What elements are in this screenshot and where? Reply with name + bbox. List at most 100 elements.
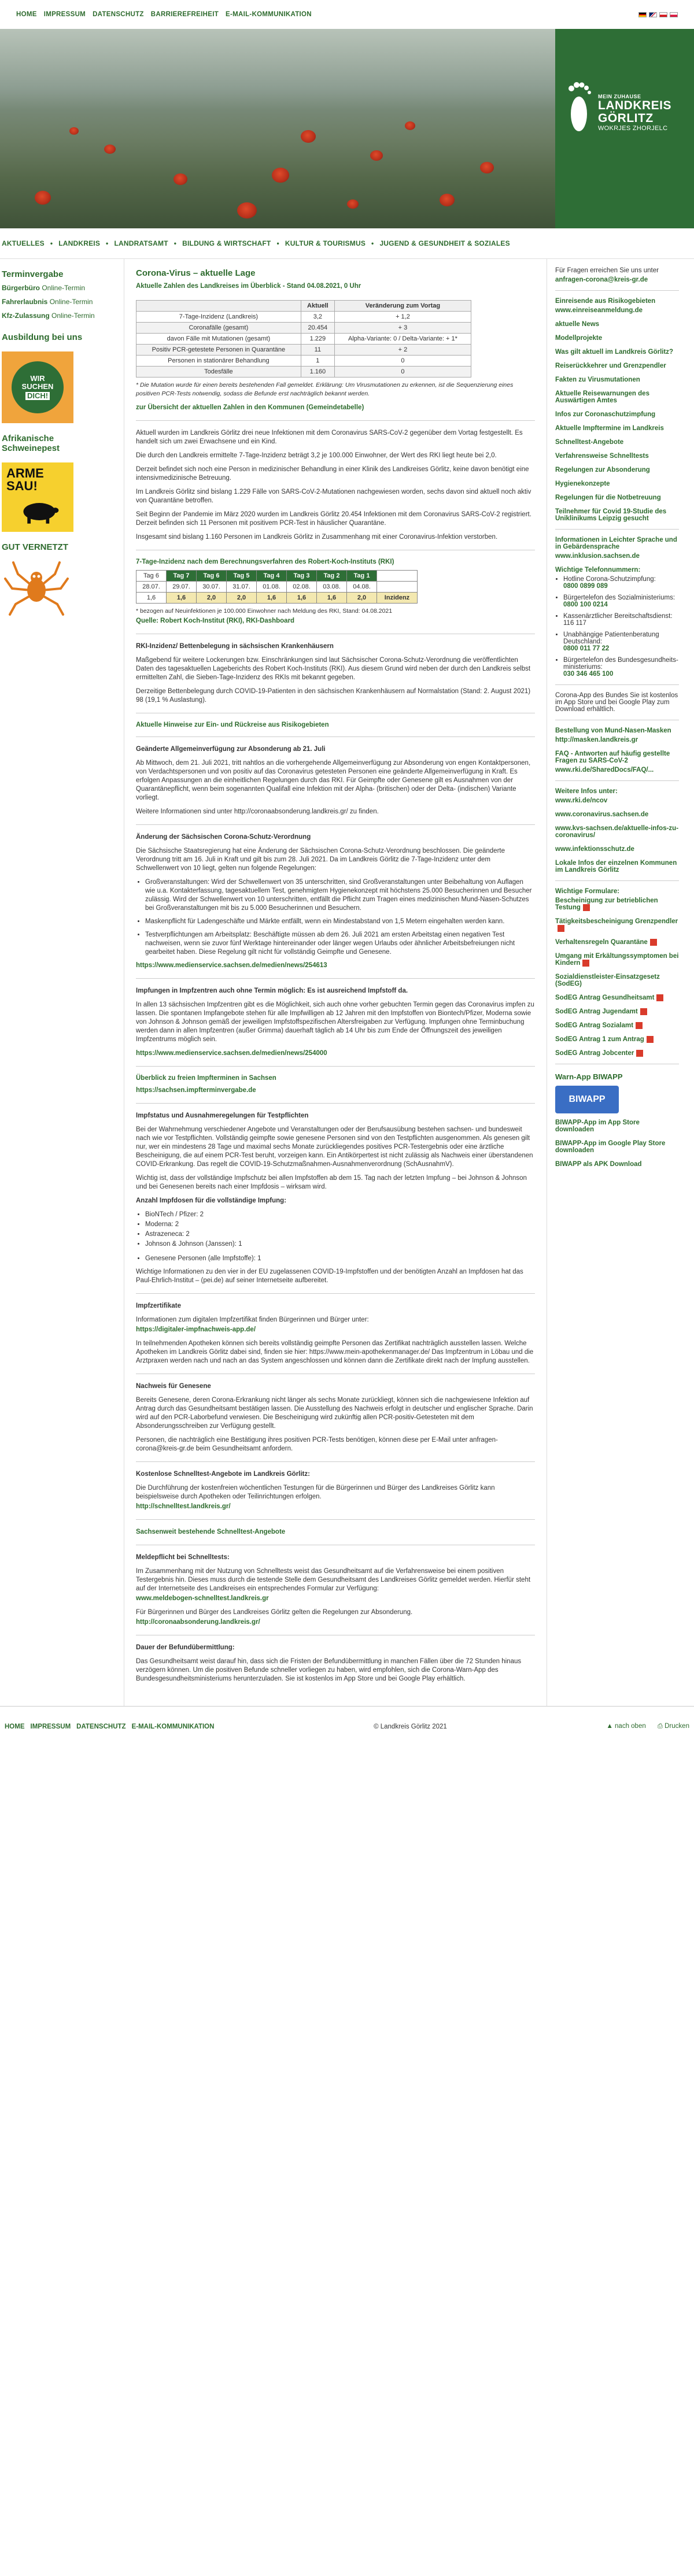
- right-link[interactable]: Verfahrensweise Schnelltests: [555, 453, 649, 460]
- weitere-link[interactable]: www.infektionsschutz.de: [555, 846, 634, 853]
- telefon-number[interactable]: 0800 011 77 22: [563, 645, 679, 652]
- form-link[interactable]: SodEG Antrag Jugendamt: [555, 1008, 638, 1015]
- landkreis-logo[interactable]: MEIN ZUHAUSE LANDKREIS GÖRLITZ WOKRJES Z…: [555, 29, 694, 228]
- impfung-link[interactable]: https://www.medienservice.sachsen.de/med…: [136, 1049, 535, 1058]
- formulare-heading: Wichtige Formulare:: [555, 888, 620, 895]
- service-buergerbuero[interactable]: Bürgerbüro Online-Termin: [2, 284, 113, 292]
- arme-sau-banner[interactable]: ARME SAU!: [2, 462, 73, 532]
- top-link-email[interactable]: E-MAIL-KOMMUNIKATION: [226, 11, 312, 18]
- form-link[interactable]: SodEG Antrag Gesundheitsamt: [555, 994, 654, 1001]
- scroll-top-button[interactable]: ▲ nach oben: [606, 1723, 645, 1730]
- stats-row: Personen in stationärer Behandlung 1 0: [136, 355, 472, 367]
- biwapp-logo[interactable]: BIWAPP: [555, 1086, 619, 1114]
- nav-bildung[interactable]: BILDUNG & WIRTSCHAFT: [182, 239, 271, 247]
- stats-change: + 2: [334, 344, 472, 356]
- form-link[interactable]: SodEG Antrag Sozialamt: [555, 1022, 633, 1029]
- absonderung-link[interactable]: http://coronaabsonderung.landkreis.gr/: [136, 1618, 535, 1627]
- faq-link[interactable]: www.rki.de/SharedDocs/FAQ/...: [555, 767, 654, 773]
- telefon-heading: Wichtige Telefonnummern:: [555, 567, 641, 573]
- footer-link-home[interactable]: HOME: [5, 1723, 25, 1730]
- masken-link[interactable]: http://masken.landkreis.gr: [555, 736, 638, 743]
- right-link[interactable]: Schnelltest-Angebote: [555, 439, 623, 446]
- nav-kultur[interactable]: KULTUR & TOURISMUS: [285, 239, 366, 247]
- warn-app-heading: Warn-App BIWAPP: [555, 1072, 623, 1082]
- left-sidebar: Terminvergabe Bürgerbüro Online-Termin F…: [0, 259, 115, 1706]
- telefon-number[interactable]: 116 117: [563, 620, 679, 627]
- divider: [136, 1066, 535, 1067]
- right-link[interactable]: Aktuelle Impftermine im Landkreis: [555, 425, 664, 432]
- schweinepest-heading: Afrikanische Schweinepest: [2, 434, 60, 453]
- verordnung-link[interactable]: https://www.medienservice.sachsen.de/med…: [136, 961, 535, 970]
- right-link[interactable]: Infos zur Coronaschutzimpfung: [555, 411, 655, 418]
- right-link[interactable]: Regelungen zur Absonderung: [555, 467, 650, 473]
- divider: [136, 736, 535, 737]
- schnelltest-sachsen-link[interactable]: Sachsenweit bestehende Schnelltest-Angeb…: [136, 1528, 535, 1537]
- footer-actions: ▲ nach oben ⎙ Drucken: [606, 1723, 689, 1730]
- right-link[interactable]: Was gilt aktuell im Landkreis Görlitz?: [555, 349, 673, 356]
- print-label: Drucken: [665, 1723, 689, 1730]
- right-link[interactable]: Regelungen für die Notbetreuung: [555, 494, 661, 501]
- footer-link-impressum[interactable]: IMPRESSUM: [31, 1723, 71, 1730]
- biwapp-link[interactable]: BIWAPP-App im App Store downloaden: [555, 1119, 640, 1133]
- service-online: Online-Termin: [49, 298, 93, 306]
- flag-pl-icon[interactable]: [670, 12, 678, 17]
- flag-de-icon[interactable]: [638, 12, 647, 17]
- nav-landkreis[interactable]: LANDKREIS: [58, 239, 100, 247]
- form-link[interactable]: Bescheinigung zur betrieblichen Testung: [555, 897, 658, 911]
- lokale-link[interactable]: Lokale Infos der einzelnen Kommunen im L…: [555, 860, 677, 874]
- zertifikat-link[interactable]: https://digitaler-impfnachweis-app.de/: [136, 1326, 535, 1334]
- print-button[interactable]: ⎙ Drucken: [658, 1723, 689, 1730]
- right-link[interactable]: Reiserückkehrer und Grenzpendler: [555, 362, 666, 369]
- right-link[interactable]: aktuelle News: [555, 321, 599, 328]
- service-kfz[interactable]: Kfz-Zulassung Online-Termin: [2, 312, 113, 320]
- top-link-impressum[interactable]: IMPRESSUM: [44, 11, 86, 18]
- telefon-number[interactable]: 0800 100 0214: [563, 601, 679, 608]
- inklusion-link[interactable]: www.inklusion.sachsen.de: [555, 553, 640, 560]
- wir-suchen-dich-banner[interactable]: WIR SUCHEN DICH!: [2, 351, 73, 423]
- form-link[interactable]: SodEG Antrag 1 zum Antrag: [555, 1036, 644, 1043]
- nav-landratsamt[interactable]: LANDRATSAMT: [114, 239, 168, 247]
- right-link[interactable]: Aktuelle Reisewarnungen des Auswärtigen …: [555, 390, 649, 404]
- service-fahrerlaubnis[interactable]: Fahrerlaubnis Online-Termin: [2, 298, 113, 306]
- telefon-label: Bürgertelefon des Bundesgesundheits-mini…: [563, 657, 678, 671]
- absonderung-more[interactable]: Weitere Informationen sind unter http://…: [136, 808, 535, 816]
- telefon-number[interactable]: 0800 0899 089: [563, 583, 679, 590]
- inzidenz-source[interactable]: Quelle: Robert Koch-Institut (RKI), RKI-…: [136, 617, 535, 626]
- form-link[interactable]: Umgang mit Erkältungssymptomen bei Kinde…: [555, 953, 678, 967]
- weitere-link[interactable]: www.coronavirus.sachsen.de: [555, 811, 648, 818]
- footer-link-email[interactable]: E-MAIL-KOMMUNIKATION: [132, 1723, 215, 1730]
- form-link[interactable]: SodEG Antrag Jobcenter: [555, 1050, 634, 1057]
- right-link[interactable]: Teilnehmer für Covid 19-Studie des Unikl…: [555, 508, 666, 522]
- right-link[interactable]: Hygienekonzepte: [555, 480, 610, 487]
- nav-jugend[interactable]: JUGEND & GESUNDHEIT & SOZIALES: [379, 239, 510, 247]
- email-link[interactable]: anfragen-corona@kreis-gr.de: [555, 276, 648, 283]
- meldebogen-link[interactable]: www.meldebogen-schnelltest.landkreis.gr: [136, 1594, 535, 1603]
- stats-value: 3,2: [300, 311, 335, 323]
- stats-header: Aktuell: [300, 300, 335, 312]
- einreise-link[interactable]: www.einreiseanmeldung.de: [555, 307, 643, 314]
- form-link[interactable]: Tätigkeitsbescheinigung Grenzpendler: [555, 918, 678, 925]
- right-link[interactable]: Fakten zu Virusmutationen: [555, 376, 640, 383]
- form-link[interactable]: Verhaltensregeln Quarantäne: [555, 939, 648, 946]
- flag-cz-icon[interactable]: [659, 12, 667, 17]
- top-link-home[interactable]: HOME: [16, 11, 37, 18]
- footer-link-datenschutz[interactable]: DATENSCHUTZ: [76, 1723, 125, 1730]
- right-link[interactable]: Modellprojekte: [555, 335, 602, 342]
- flag-en-icon[interactable]: [649, 12, 657, 17]
- page-title: Corona-Virus – aktuelle Lage: [136, 268, 256, 278]
- telefon-number[interactable]: 030 346 465 100: [563, 671, 679, 678]
- nav-aktuelles[interactable]: AKTUELLES: [2, 239, 45, 247]
- spider-network-icon[interactable]: [2, 557, 71, 620]
- schnelltest-link[interactable]: http://schnelltest.landkreis.gr/: [136, 1502, 535, 1511]
- kommunen-link[interactable]: zur Übersicht der aktuellen Zahlen in de…: [136, 404, 535, 412]
- verordnung-list: Großveranstaltungen: Wird der Schwellenw…: [145, 878, 535, 957]
- biwapp-link[interactable]: BIWAPP-App im Google Play Store download…: [555, 1140, 665, 1154]
- top-link-datenschutz[interactable]: DATENSCHUTZ: [93, 11, 144, 18]
- stats-value: 1.160: [300, 366, 335, 377]
- weitere-link[interactable]: www.rki.de/ncov: [555, 797, 607, 804]
- top-link-barrierefreiheit[interactable]: BARRIEREFREIHEIT: [151, 11, 219, 18]
- weitere-link[interactable]: www.kvs-sachsen.de/aktuelle-infos-zu-cor…: [555, 825, 678, 839]
- telefon-label: Hotline Corona-Schutzimpfung:: [563, 576, 656, 583]
- impftermine-link[interactable]: https://sachsen.impfterminvergabe.de: [136, 1086, 535, 1095]
- biwapp-link[interactable]: BIWAPP als APK Download: [555, 1161, 642, 1168]
